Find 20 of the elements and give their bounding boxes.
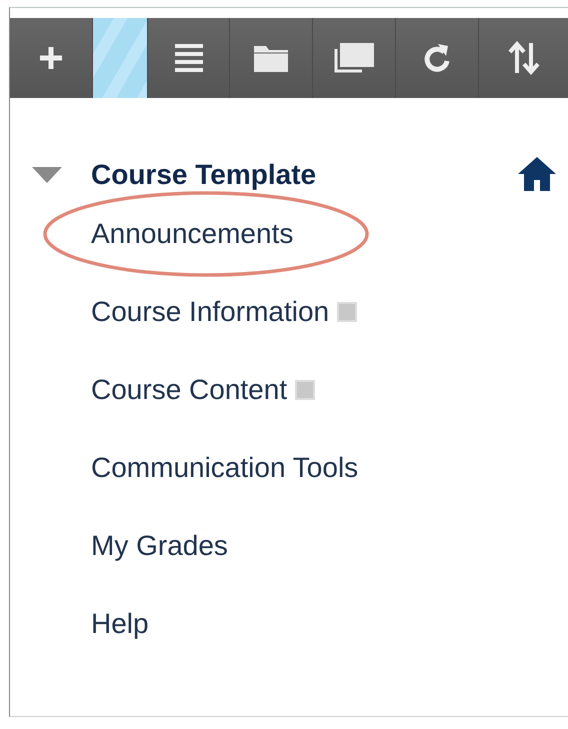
menu-link[interactable]: Course Information: [91, 296, 330, 328]
sort-icon: [506, 41, 540, 75]
windows-button[interactable]: [313, 18, 396, 98]
menu-link[interactable]: My Grades: [91, 530, 228, 562]
list-button[interactable]: [148, 18, 230, 98]
menu-link[interactable]: Help: [91, 608, 149, 640]
windows-icon: [334, 43, 374, 73]
sort-button[interactable]: [479, 18, 568, 98]
home-icon[interactable]: [518, 157, 556, 191]
folder-icon: [254, 44, 288, 72]
folder-button[interactable]: [230, 18, 313, 98]
add-button[interactable]: [10, 18, 93, 98]
refresh-icon: [422, 42, 452, 74]
menu-link[interactable]: Communication Tools: [91, 452, 358, 484]
collapse-triangle-icon[interactable]: [32, 167, 62, 183]
course-title[interactable]: Course Template: [91, 159, 316, 191]
plus-icon: [38, 45, 64, 71]
refresh-button[interactable]: [396, 18, 479, 98]
list-icon: [174, 43, 202, 73]
menu-link[interactable]: Course Content: [91, 374, 288, 406]
